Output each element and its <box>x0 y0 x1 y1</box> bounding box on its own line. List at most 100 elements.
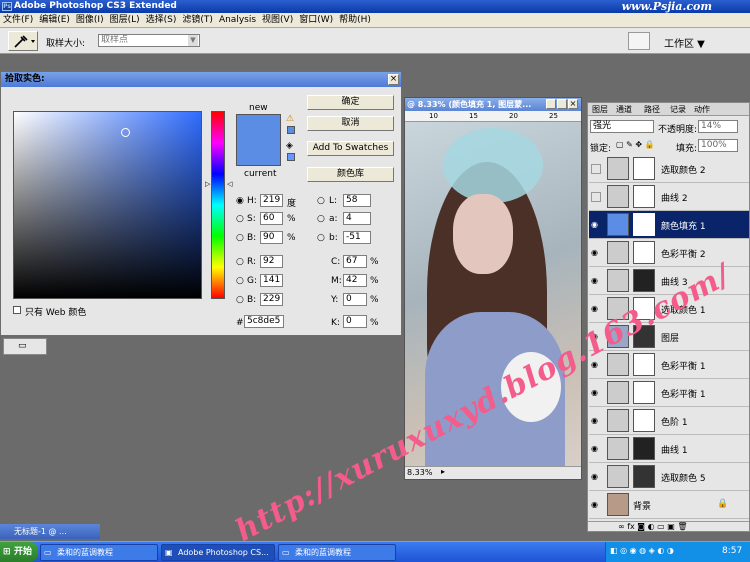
color-field[interactable] <box>13 111 202 299</box>
blue-field[interactable]: 229 <box>260 293 283 306</box>
radio-g[interactable]: ○ <box>236 276 244 286</box>
tab-channels[interactable]: 通道 <box>616 104 632 115</box>
s-field[interactable]: 60 <box>260 212 283 225</box>
color-picker-cursor[interactable] <box>121 128 130 137</box>
minimize-button[interactable] <box>546 99 556 109</box>
menu-edit[interactable]: 编辑(E) <box>36 13 73 28</box>
eye-icon[interactable]: ◉ <box>591 304 601 314</box>
cancel-button[interactable]: 取消 <box>307 116 394 131</box>
layer-mask-thumb <box>633 437 655 460</box>
layer-row[interactable]: ◉ 色阶 1 <box>589 407 749 435</box>
layer-row[interactable]: ◉ 选取颜色 5 <box>589 463 749 491</box>
menu-layer[interactable]: 图层(L) <box>107 13 143 28</box>
c-field[interactable]: 67 <box>343 255 367 268</box>
menu-analysis[interactable]: Analysis <box>216 13 259 28</box>
menu-file[interactable]: 文件(F) <box>0 13 36 28</box>
taskbar-item-photoshop[interactable]: ▣ Adobe Photoshop CS... <box>161 544 275 561</box>
lab-b-field[interactable]: -51 <box>343 231 371 244</box>
b-field[interactable]: 90 <box>260 231 283 244</box>
hue-slider-arrow-right-icon[interactable]: ◁ <box>227 180 232 188</box>
menu-help[interactable]: 帮助(H) <box>336 13 374 28</box>
hex-label: # <box>236 318 244 328</box>
hex-field[interactable]: 5c8de5 <box>244 315 284 328</box>
radio-r[interactable]: ○ <box>236 257 244 267</box>
gamut-swatch[interactable] <box>287 126 295 134</box>
close-button[interactable]: × <box>388 74 399 85</box>
layer-row[interactable]: ◉ 色彩平衡 1 <box>589 379 749 407</box>
eye-icon[interactable]: ◉ <box>591 248 601 258</box>
layer-row-selected[interactable]: ◉ 颜色填充 1 <box>589 211 749 239</box>
visibility-toggle[interactable] <box>591 164 601 174</box>
palette-well-icon[interactable] <box>628 32 650 50</box>
layer-row[interactable]: 选取颜色 2 <box>589 155 749 183</box>
doc-close-button[interactable]: × <box>568 99 578 109</box>
add-to-swatches-button[interactable]: Add To Swatches <box>307 141 394 156</box>
eyedropper-tool-button[interactable] <box>8 31 38 51</box>
visibility-toggle[interactable] <box>591 192 601 202</box>
status-arrow-icon[interactable]: ▸ <box>441 467 445 476</box>
eye-icon[interactable]: ◉ <box>591 444 601 454</box>
web-only-checkbox[interactable] <box>13 306 21 314</box>
start-button[interactable]: ⊞ 开始 <box>0 542 38 562</box>
radio-a[interactable]: ○ <box>317 214 325 224</box>
sample-size-select[interactable]: 取样点 ▼ <box>98 34 200 47</box>
radio-blue[interactable]: ○ <box>236 295 244 305</box>
layer-mask-thumb <box>633 241 655 264</box>
layer-row[interactable]: 曲线 2 <box>589 183 749 211</box>
radio-h[interactable]: ◉ <box>236 196 244 206</box>
eye-icon[interactable]: ◉ <box>591 276 601 286</box>
menu-select[interactable]: 选择(S) <box>143 13 180 28</box>
tray-icons[interactable]: ◧ ◎ ◉ ◍ ◈ ◐ ◑ <box>610 546 674 555</box>
g-field[interactable]: 141 <box>260 274 283 287</box>
fill-field[interactable]: 100% <box>698 139 738 152</box>
k-field[interactable]: 0 <box>343 315 367 328</box>
eye-icon[interactable]: ◉ <box>591 388 601 398</box>
taskbar-item-folder-2[interactable]: ▭ 柔和的蓝调教程 <box>278 544 396 561</box>
hue-slider[interactable] <box>211 111 225 299</box>
tab-paths[interactable]: 路径 <box>644 104 660 115</box>
web-cube-icon[interactable]: ◈ <box>286 141 293 151</box>
radio-s[interactable]: ○ <box>236 214 244 224</box>
layer-row[interactable]: ◉ 背景 🔒 <box>589 491 749 519</box>
l-field[interactable]: 58 <box>343 194 371 207</box>
tab-actions[interactable]: 动作 <box>694 104 710 115</box>
ruler-tick-label: 25 <box>549 112 558 120</box>
m-field[interactable]: 42 <box>343 274 367 287</box>
tab-layers[interactable]: 图层 <box>592 104 608 115</box>
eye-icon[interactable]: ◉ <box>591 416 601 426</box>
tab-history[interactable]: 记录 <box>670 104 686 115</box>
tool-palette-stub[interactable]: ▭ <box>3 338 47 355</box>
color-library-button[interactable]: 颜色库 <box>307 167 394 182</box>
r-field[interactable]: 92 <box>260 255 283 268</box>
web-safe-swatch[interactable] <box>287 153 295 161</box>
eye-icon[interactable]: ◉ <box>591 472 601 482</box>
menu-image[interactable]: 图像(I) <box>73 13 107 28</box>
workspace-button[interactable]: 工作区 ▼ <box>664 35 705 50</box>
lock-icons[interactable]: ▢ ✎ ✥ 🔒 <box>616 140 655 149</box>
y-field[interactable]: 0 <box>343 293 367 306</box>
ok-button[interactable]: 确定 <box>307 95 394 110</box>
h-field[interactable]: 219 <box>260 194 283 207</box>
layer-row[interactable]: ◉ 色彩平衡 2 <box>589 239 749 267</box>
layer-mask-thumb <box>633 465 655 488</box>
radio-lab-b[interactable]: ○ <box>317 233 325 243</box>
layer-row[interactable]: ◉ 色彩平衡 1 <box>589 351 749 379</box>
menu-view[interactable]: 视图(V) <box>259 13 296 28</box>
taskbar-item-folder[interactable]: ▭ 柔和的蓝调教程 <box>40 544 158 561</box>
menu-window[interactable]: 窗口(W) <box>296 13 336 28</box>
minimized-document[interactable]: 无标题-1 @ ... <box>0 524 100 539</box>
zoom-readout[interactable]: 8.33% <box>407 468 432 477</box>
blend-mode-select[interactable]: 强光 <box>590 120 654 133</box>
eye-icon[interactable]: ◉ <box>591 220 601 230</box>
warning-icon[interactable]: ⚠ <box>286 114 294 124</box>
opacity-field[interactable]: 14% <box>698 120 738 133</box>
eye-icon[interactable]: ◉ <box>591 500 601 510</box>
hue-slider-arrow-left-icon[interactable]: ▷ <box>205 180 210 188</box>
a-field[interactable]: 4 <box>343 212 371 225</box>
maximize-button[interactable] <box>557 99 567 109</box>
menu-filter[interactable]: 滤镜(T) <box>179 13 216 28</box>
panel-footer-icons[interactable]: ∞ fx ◙ ◐ ▭ ▣ 🗑 <box>588 521 749 532</box>
layer-row[interactable]: ◉ 曲线 1 <box>589 435 749 463</box>
radio-l[interactable]: ○ <box>317 196 325 206</box>
radio-b[interactable]: ○ <box>236 233 244 243</box>
